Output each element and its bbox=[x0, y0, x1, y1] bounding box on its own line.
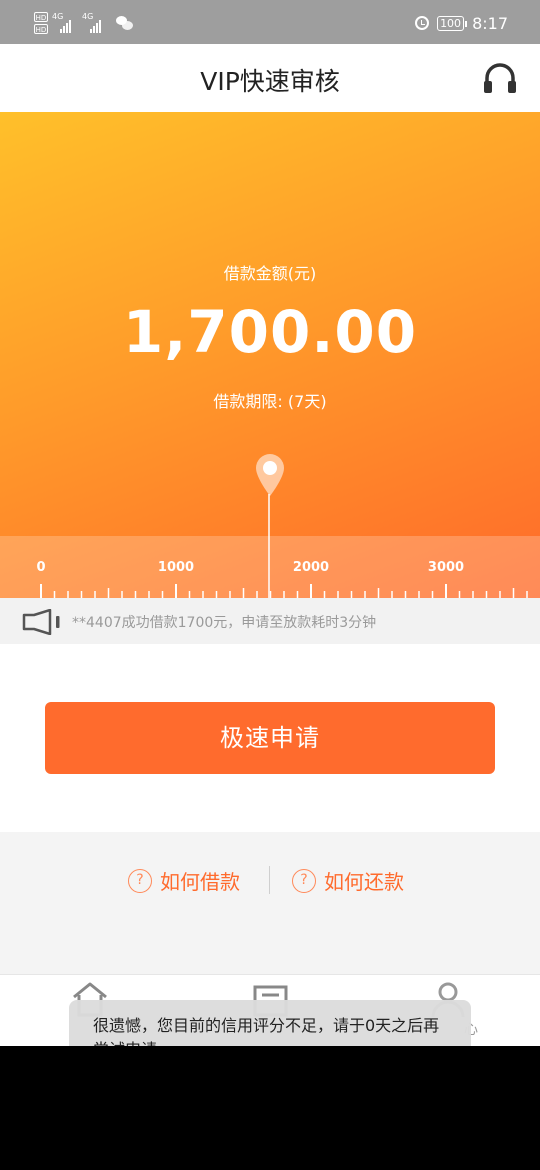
help-section: ? 如何借款 ? 如何还款 bbox=[0, 832, 540, 974]
how-to-repay-link[interactable]: ? 如何还款 bbox=[292, 866, 404, 895]
toast-message: 很遗憾，您目前的信用评分不足，请于0天之后再尝试申请。 bbox=[69, 1000, 471, 1046]
status-bar-left: HD HD 4G 4G bbox=[34, 8, 134, 38]
ruler-ticks bbox=[40, 584, 528, 598]
divider bbox=[269, 866, 270, 894]
how-to-repay-label: 如何还款 bbox=[324, 870, 404, 894]
hd-badge: HD bbox=[34, 12, 48, 22]
slider-pin-icon[interactable] bbox=[254, 452, 286, 498]
hd-badges: HD HD bbox=[34, 12, 48, 34]
status-bar: HD HD 4G 4G 100 8:17 bbox=[0, 0, 540, 44]
question-icon: ? bbox=[128, 868, 152, 893]
signal-icon: 4G bbox=[82, 13, 108, 33]
wechat-icon bbox=[116, 16, 134, 30]
notice-text: **4407成功借款1700元，申请至放款耗时3分钟 bbox=[72, 615, 377, 631]
notice-bar: **4407成功借款1700元，申请至放款耗时3分钟 bbox=[0, 598, 540, 644]
clock: 8:17 bbox=[472, 13, 508, 33]
loan-hero-panel: 借款金额(元) 1,700.00 借款期限: (7天) 0 1000 2000 … bbox=[0, 112, 540, 598]
ruler-label: 2000 bbox=[292, 560, 330, 575]
how-to-borrow-link[interactable]: ? 如何借款 bbox=[128, 866, 240, 895]
top-nav-bar: VIP快速审核 bbox=[0, 44, 540, 112]
term-label: 借款期限: (7天) bbox=[213, 392, 327, 411]
status-bar-right: 100 8:17 bbox=[415, 8, 508, 38]
headset-icon[interactable] bbox=[482, 60, 518, 96]
amount-slider-ruler[interactable]: 0 1000 2000 3000 bbox=[0, 536, 540, 598]
page-title: VIP快速审核 bbox=[200, 67, 340, 96]
app-screen: HD HD 4G 4G 100 8:17 VIP快速审核 借款金额(元) 1,7… bbox=[0, 0, 540, 1046]
ruler-label: 0 bbox=[36, 560, 46, 575]
question-icon: ? bbox=[292, 868, 316, 893]
amount-value: 1,700.00 bbox=[122, 298, 418, 366]
speaker-icon bbox=[22, 609, 60, 635]
alarm-icon bbox=[415, 16, 430, 30]
apply-button[interactable]: 极速申请 bbox=[45, 702, 495, 774]
amount-label: 借款金额(元) bbox=[223, 264, 317, 283]
ruler-label: 1000 bbox=[157, 560, 195, 575]
hd-badge: HD bbox=[34, 24, 48, 34]
how-to-borrow-label: 如何借款 bbox=[160, 870, 240, 894]
signal-icon: 4G bbox=[52, 13, 78, 33]
ruler-label: 3000 bbox=[427, 560, 465, 575]
battery-icon: 100 bbox=[437, 15, 468, 31]
